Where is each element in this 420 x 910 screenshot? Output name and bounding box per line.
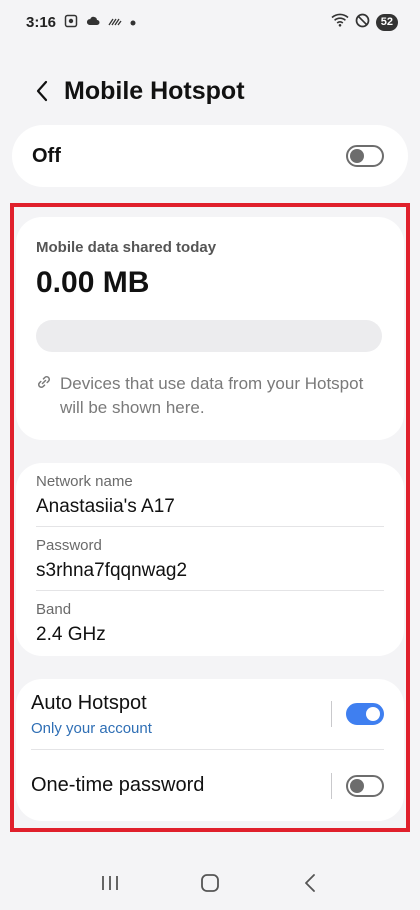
do-not-disturb-icon: [355, 13, 370, 32]
password-value: s3rhna7fqqnwag2: [36, 560, 188, 581]
network-name-row[interactable]: Network name Anastasiia's A17: [36, 463, 384, 527]
devices-note-text: Devices that use data from your Hotspot …: [60, 374, 364, 417]
recent-apps-icon: [102, 876, 118, 890]
network-name-label: Network name: [36, 473, 133, 490]
network-info-card: Network name Anastasiia's A17 Password s…: [16, 463, 404, 656]
data-shared-label: Mobile data shared today: [36, 239, 217, 256]
page-title: Mobile Hotspot: [64, 76, 245, 105]
auto-hotspot-title: Auto Hotspot: [31, 691, 147, 714]
screenshot-icon: [64, 14, 78, 30]
wifi-icon: [331, 13, 349, 31]
master-switch-label: Off: [32, 144, 61, 167]
one-time-password-row[interactable]: One-time password: [31, 750, 384, 821]
home-icon: [201, 874, 219, 892]
back-button[interactable]: [24, 73, 60, 109]
divider: [331, 701, 332, 727]
one-time-password-text: One-time password: [31, 774, 204, 797]
hotspot-master-switch[interactable]: Off: [12, 125, 408, 187]
password-row[interactable]: Password s3rhna7fqqnwag2: [36, 527, 384, 591]
band-label: Band: [36, 601, 72, 618]
system-back-button[interactable]: [290, 863, 330, 903]
wifi-calling-icon: [108, 16, 122, 28]
toggle-knob: [350, 778, 364, 793]
navigation-bar: [0, 860, 420, 906]
hotspot-settings-card: Auto Hotspot Only your account One-time …: [16, 679, 404, 821]
band-row[interactable]: Band 2.4 GHz: [36, 591, 384, 655]
one-time-password-title: One-time password: [31, 774, 205, 796]
auto-hotspot-control: [331, 701, 384, 727]
usage-bar: [36, 320, 382, 352]
data-shared-value: 0.00 MB: [36, 266, 150, 299]
divider: [331, 772, 332, 799]
home-button[interactable]: [190, 863, 230, 903]
one-time-password-toggle[interactable]: [346, 774, 384, 797]
password-label: Password: [36, 537, 102, 554]
auto-hotspot-text: Auto Hotspot Only your account: [31, 692, 152, 737]
battery-icon: 52: [375, 13, 398, 31]
status-bar: 3:16 52: [0, 0, 420, 44]
toggle-knob: [366, 707, 380, 721]
master-toggle[interactable]: [346, 145, 384, 167]
chevron-left-icon: [36, 80, 48, 102]
data-usage-card: Mobile data shared today 0.00 MB Devices…: [16, 217, 404, 440]
header: Mobile Hotspot: [0, 68, 420, 114]
auto-hotspot-subtitle: Only your account: [31, 719, 152, 737]
link-icon: [36, 373, 52, 420]
notification-dot-icon: [130, 16, 136, 28]
auto-hotspot-row[interactable]: Auto Hotspot Only your account: [31, 679, 384, 750]
one-time-password-control: [331, 772, 384, 799]
status-time: 3:16: [26, 13, 57, 31]
auto-hotspot-toggle[interactable]: [346, 703, 384, 725]
back-icon: [305, 874, 315, 892]
toggle-knob: [350, 149, 364, 163]
band-value: 2.4 GHz: [36, 624, 106, 645]
cloud-icon: [86, 16, 100, 28]
status-right: 52: [331, 13, 398, 32]
recent-apps-button[interactable]: [90, 863, 130, 903]
status-left: 3:16: [26, 14, 136, 31]
devices-note: Devices that use data from your Hotspot …: [36, 372, 384, 420]
network-name-value: Anastasiia's A17: [36, 496, 175, 517]
